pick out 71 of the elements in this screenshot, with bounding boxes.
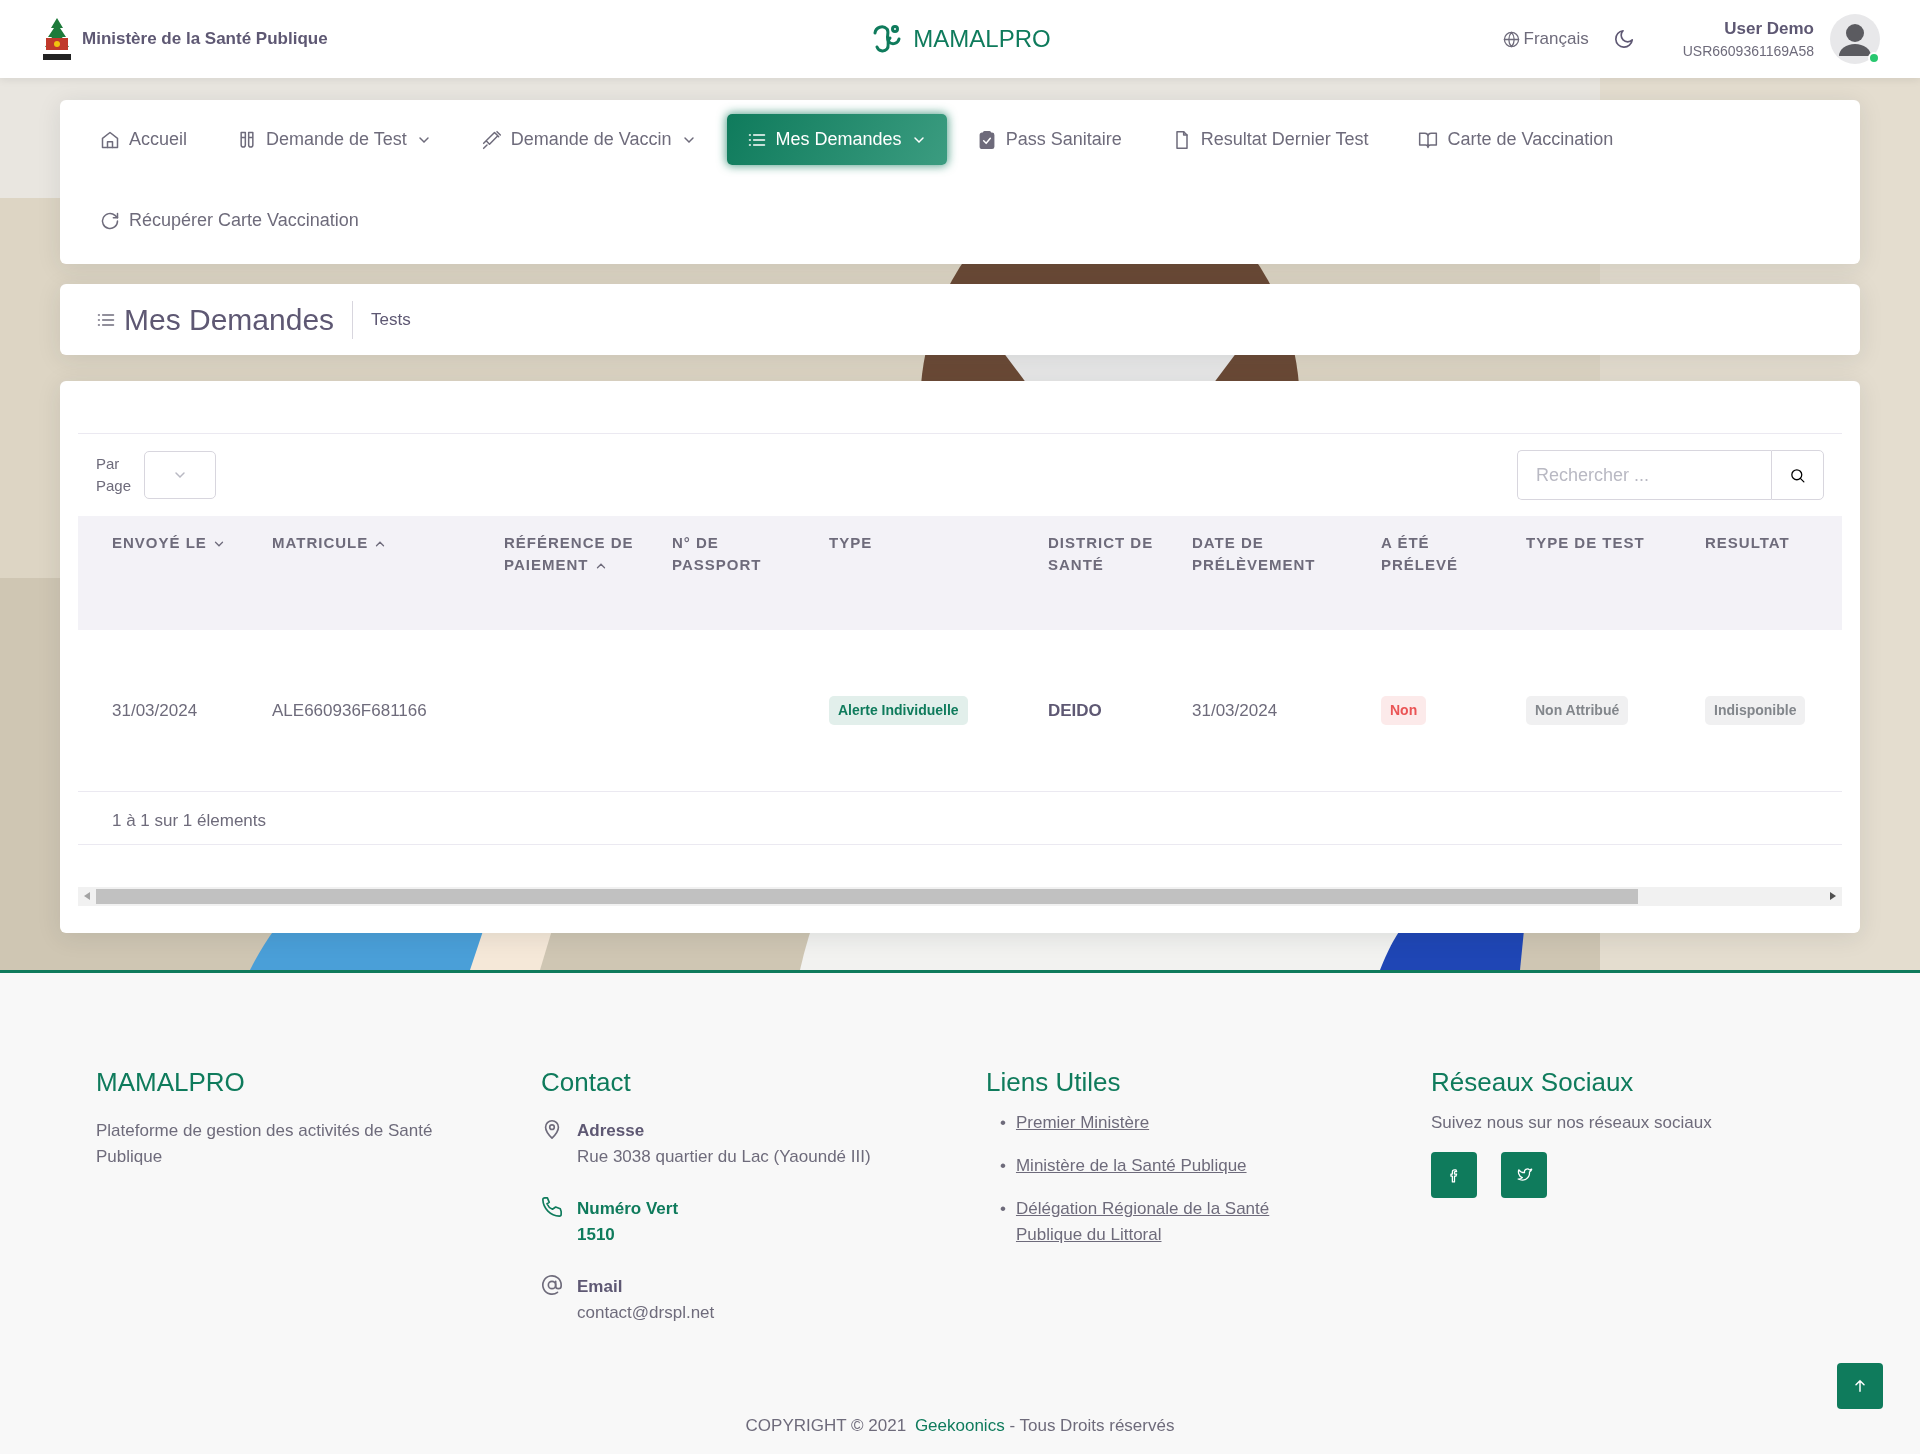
table-cell: 31/03/2024 [1192, 700, 1278, 720]
contact-value: contact@drspl.net [577, 1302, 715, 1324]
contact-label: Numéro Vert [577, 1198, 679, 1220]
contact-label: Adresse [577, 1120, 646, 1142]
column-header[interactable]: ENVOYÉ LE [112, 532, 248, 554]
moon-icon[interactable] [1612, 28, 1635, 50]
globe-icon [1502, 30, 1520, 48]
status-badge: Non Attribué [1526, 695, 1629, 725]
arrow-up-icon [1852, 1378, 1868, 1394]
footer-heading: Contact [541, 1066, 632, 1099]
table-cell: ALE660936F681166 [272, 700, 427, 720]
phone-icon [541, 1196, 563, 1218]
nav-tab[interactable]: Récupérer Carte Vaccination [80, 195, 379, 246]
table-cell: DEIDO [1048, 700, 1102, 720]
nav-tab[interactable]: Mes Demandes [726, 114, 947, 165]
twitter-icon [1515, 1166, 1533, 1184]
nav-tab[interactable]: Carte de Vaccination [1398, 114, 1634, 165]
syringe-icon [481, 129, 502, 150]
search-button[interactable] [1771, 450, 1824, 500]
bullet: • [1000, 1198, 1006, 1220]
refresh-icon [100, 210, 120, 231]
at-sign-icon [541, 1274, 563, 1296]
page-title: Mes Demandes [124, 300, 354, 339]
avatar[interactable] [1830, 14, 1880, 64]
contact-value: 1510 [577, 1224, 616, 1246]
status-badge: Indisponible [1705, 695, 1806, 725]
footer-link[interactable]: Délégation Régionale de la Santé Publique du Littoral [1015, 1196, 1316, 1248]
bullet: • [1000, 1112, 1006, 1134]
column-header[interactable]: TYPE DE TEST [1526, 532, 1681, 554]
footer-link[interactable]: Premier Ministère [1015, 1110, 1150, 1136]
footer-description: Plateforme de gestion des activités de Santé Publique [96, 1120, 434, 1168]
search-field[interactable]: Rechercher ... [1517, 450, 1771, 500]
scroll-to-top-button[interactable] [1837, 1363, 1883, 1409]
nav-tab[interactable]: Resultat Dernier Test [1151, 114, 1389, 165]
user-name: User Demo [1723, 17, 1814, 40]
status-badge: Non [1381, 695, 1427, 725]
social-button[interactable] [1431, 1152, 1477, 1198]
language-selector[interactable]: Français [1502, 26, 1589, 52]
ministry-title: Ministère de la Santé Publique [82, 28, 328, 51]
contact-label: Email [577, 1276, 624, 1298]
bullet: • [1000, 1155, 1006, 1177]
rights-text: - Tous Droits réservés [1009, 1415, 1175, 1435]
status-badge: Alerte Individuelle [829, 695, 968, 725]
copyright-text: COPYRIGHT © 2021 [745, 1415, 907, 1435]
nav-tab[interactable]: Pass Sanitaire [956, 114, 1142, 165]
column-header[interactable]: RESULTAT [1705, 532, 1830, 554]
breadcrumb: Tests [370, 308, 411, 331]
home-icon [100, 129, 120, 150]
table-cell: 31/03/2024 [112, 700, 198, 720]
scroll-left-icon[interactable] [84, 892, 90, 900]
user-id: USR6609361169A58 [1682, 42, 1814, 62]
footer-heading: Liens Utiles [986, 1066, 1122, 1099]
app-name: MAMALPRO [913, 24, 1051, 54]
per-page-label: Par Page [96, 454, 133, 496]
contact-value: Rue 3038 quartier du Lac (Yaoundé III) [577, 1146, 871, 1168]
column-header[interactable]: TYPE [829, 532, 1024, 554]
footer-link[interactable]: Ministère de la Santé Publique [1015, 1153, 1247, 1179]
pagination-info: 1 à 1 sur 1 élements [112, 810, 267, 830]
nav-tab[interactable]: Demande de Test [217, 114, 452, 165]
emblem-icon [40, 16, 74, 62]
footer-heading: MAMALPRO [96, 1066, 246, 1099]
search-icon [1789, 466, 1806, 484]
scroll-right-icon[interactable] [1830, 892, 1836, 900]
footer-text: Suivez nous sur nos réseaux sociaux [1431, 1112, 1713, 1134]
footer-heading: Réseaux Sociaux [1431, 1066, 1635, 1099]
social-button[interactable] [1501, 1152, 1547, 1198]
company-link[interactable]: Geekoonics [914, 1415, 1005, 1435]
column-header[interactable]: MATRICULE [272, 532, 480, 554]
nav-tab[interactable]: Accueil [80, 114, 208, 165]
scrollbar[interactable] [78, 886, 1842, 906]
nav-tab[interactable]: Demande de Vaccin [461, 114, 717, 165]
